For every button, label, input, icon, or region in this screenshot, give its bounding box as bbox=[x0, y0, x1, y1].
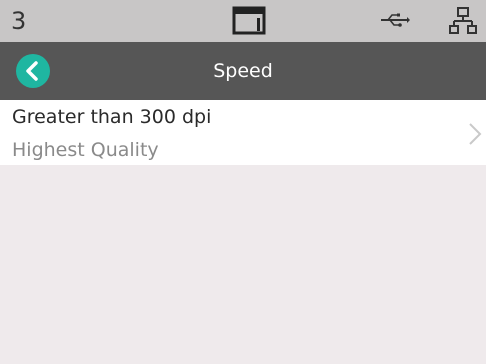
status-bar: 3 bbox=[0, 0, 486, 42]
back-button[interactable] bbox=[16, 54, 50, 88]
title-bar: Speed bbox=[0, 42, 486, 100]
display-icon bbox=[232, 6, 266, 35]
network-icon bbox=[449, 7, 477, 34]
status-count: 3 bbox=[11, 7, 27, 35]
back-arrow-icon bbox=[26, 61, 38, 81]
usb-icon bbox=[381, 13, 410, 27]
chevron-right-icon bbox=[469, 123, 482, 145]
page-title: Speed bbox=[213, 60, 273, 82]
setting-value: Highest Quality bbox=[12, 139, 159, 161]
setting-row-speed[interactable]: Greater than 300 dpi Highest Quality bbox=[0, 100, 486, 165]
setting-label: Greater than 300 dpi bbox=[12, 106, 212, 128]
